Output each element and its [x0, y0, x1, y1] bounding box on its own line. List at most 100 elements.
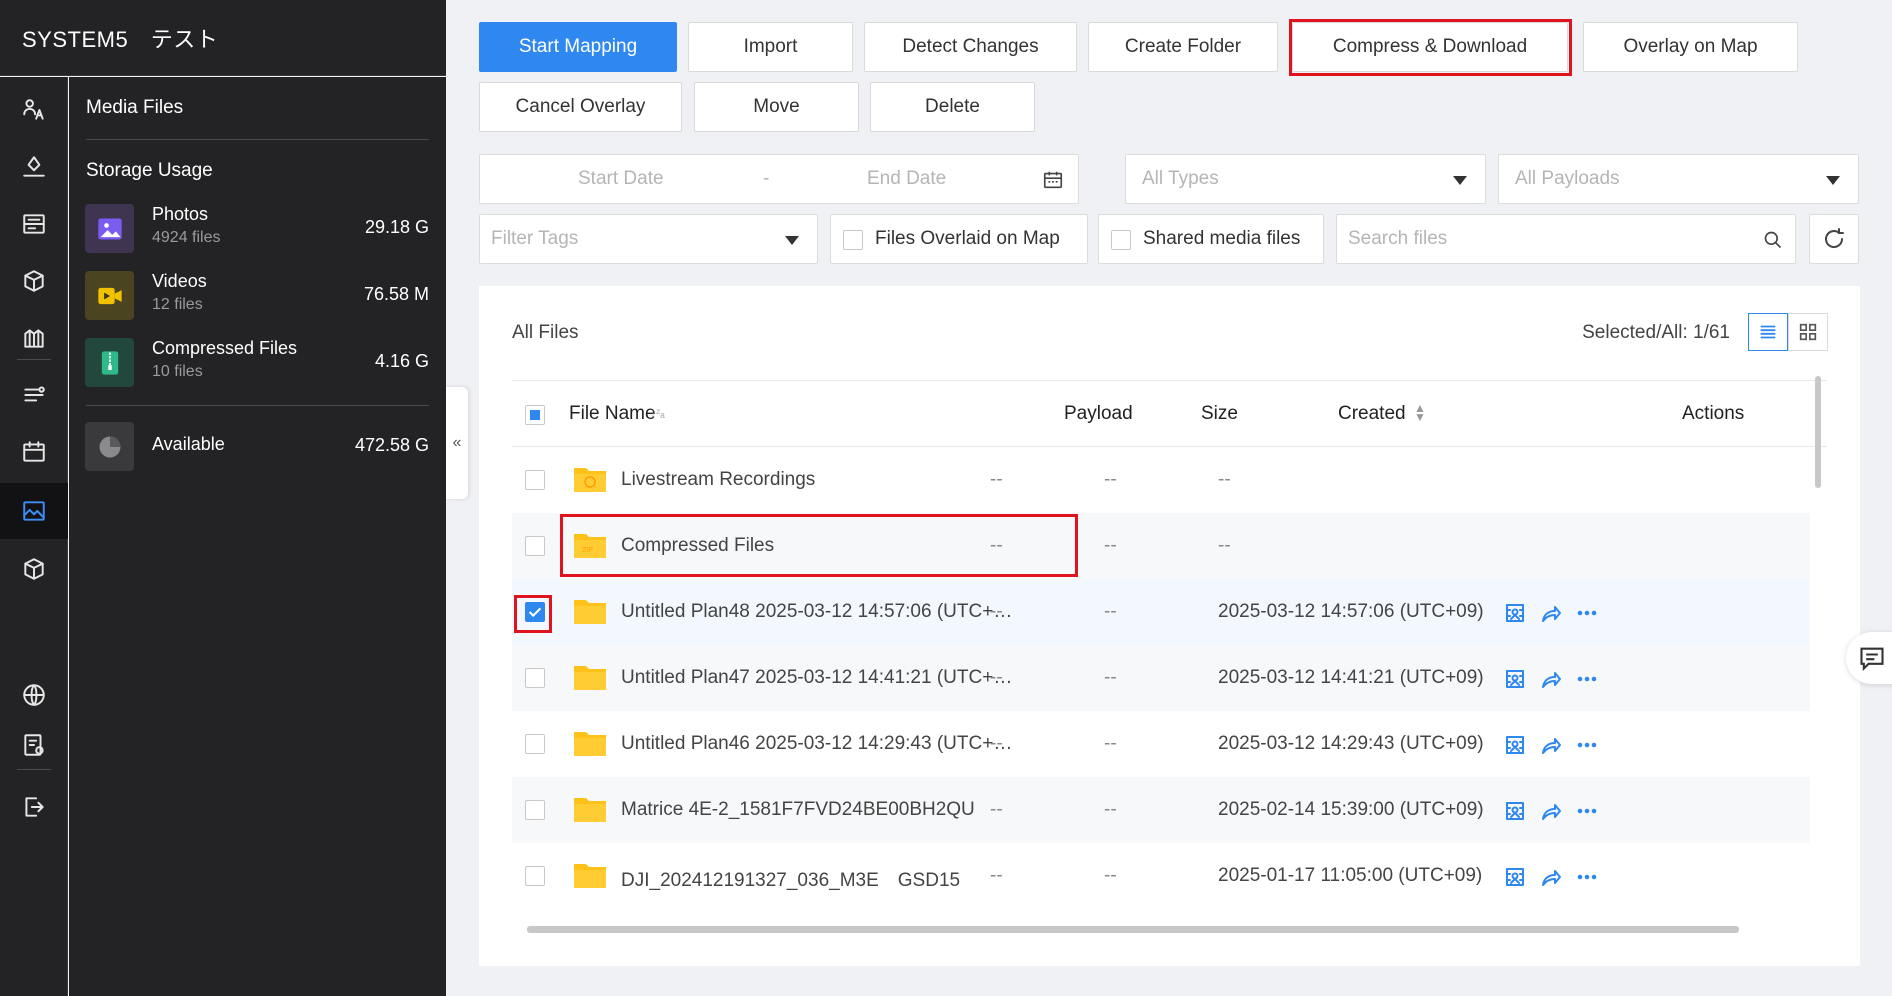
file-name[interactable]: Compressed Files: [621, 535, 774, 557]
overlay-map-icon[interactable]: [1503, 601, 1527, 625]
vertical-scrollbar[interactable]: [1815, 376, 1821, 488]
file-name[interactable]: Livestream Recordings: [621, 469, 815, 491]
table-row[interactable]: ZIP Compressed Files -- -- --: [512, 513, 1810, 579]
import-button[interactable]: Import: [688, 22, 853, 72]
file-name[interactable]: Untitled Plan47 2025-03-12 14:41:21 (UTC…: [621, 667, 1012, 689]
svg-text:ZIP: ZIP: [582, 547, 593, 554]
settings-icon[interactable]: [0, 719, 68, 771]
model-icon[interactable]: [0, 255, 68, 307]
sort-icon[interactable]: ▲ ▼: [1414, 402, 1426, 423]
overlay-map-icon[interactable]: [1503, 799, 1527, 823]
table-row[interactable]: Untitled Plan48 2025-03-12 14:57:06 (UTC…: [512, 579, 1810, 645]
sort-icon[interactable]: ↓ᶻₐ: [650, 406, 665, 420]
more-icon[interactable]: [1575, 601, 1599, 625]
flight-icon[interactable]: [0, 141, 68, 193]
row-checkbox[interactable]: [525, 668, 545, 688]
table-row[interactable]: Livestream Recordings -- -- --: [512, 447, 1810, 513]
zip-icon: [85, 338, 134, 387]
row-checkbox[interactable]: [525, 470, 545, 490]
file-payload: --: [990, 865, 1003, 886]
table-row[interactable]: Untitled Plan46 2025-03-12 14:29:43 (UTC…: [512, 711, 1810, 777]
grid-view-button[interactable]: [1788, 313, 1828, 351]
shared-checkbox[interactable]: [1111, 230, 1131, 250]
tags-select-value: Filter Tags: [491, 228, 579, 249]
more-icon[interactable]: [1575, 733, 1599, 757]
media-icon[interactable]: [0, 483, 68, 539]
overlay-map-icon[interactable]: [1503, 667, 1527, 691]
end-date-placeholder: End Date: [867, 168, 947, 189]
chat-button[interactable]: [1846, 632, 1892, 684]
media-panel: Media Files Storage Usage Photos 4924 fi…: [69, 77, 446, 996]
date-range-picker[interactable]: Start Date - End Date: [479, 154, 1079, 204]
more-icon[interactable]: [1575, 799, 1599, 823]
overlaid-checkbox[interactable]: [843, 230, 863, 250]
team-icon[interactable]: [0, 84, 68, 136]
overlay-map-icon[interactable]: [1503, 865, 1527, 889]
start-date-placeholder: Start Date: [578, 168, 664, 189]
file-created: 2025-03-12 14:29:43 (UTC+09): [1218, 733, 1484, 754]
share-icon[interactable]: [1539, 799, 1563, 823]
delete-button[interactable]: Delete: [870, 82, 1035, 132]
more-icon[interactable]: [1575, 865, 1599, 889]
move-button[interactable]: Move: [694, 82, 859, 132]
type-select[interactable]: All Types: [1125, 154, 1486, 204]
logout-icon[interactable]: [0, 781, 68, 833]
payload-select[interactable]: All Payloads: [1498, 154, 1859, 204]
row-checkbox[interactable]: [525, 800, 545, 820]
create-folder-button[interactable]: Create Folder: [1088, 22, 1278, 72]
folder-icon: [573, 663, 607, 691]
file-size: --: [1104, 667, 1117, 688]
detect-changes-button[interactable]: Detect Changes: [864, 22, 1077, 72]
row-checkbox[interactable]: [525, 734, 545, 754]
shared-filter[interactable]: Shared media files: [1098, 214, 1324, 264]
list-view-button[interactable]: [1748, 313, 1788, 351]
storage-count: 4924 files: [152, 229, 221, 246]
folder-icon: [573, 729, 607, 757]
share-icon[interactable]: [1539, 601, 1563, 625]
overlay-map-icon[interactable]: [1503, 733, 1527, 757]
column-payload: Payload: [1064, 403, 1133, 424]
column-created[interactable]: Created: [1338, 403, 1406, 425]
calendar-icon[interactable]: [0, 426, 68, 478]
type-select-value: All Types: [1142, 168, 1219, 189]
search-input[interactable]: Search files: [1336, 214, 1796, 264]
cancel-overlay-button[interactable]: Cancel Overlay: [479, 82, 682, 132]
file-name[interactable]: Untitled Plan48 2025-03-12 14:57:06 (UTC…: [621, 601, 1012, 623]
horizontal-scrollbar[interactable]: [527, 926, 1739, 933]
file-name[interactable]: Untitled Plan46 2025-03-12 14:29:43 (UTC…: [621, 733, 1012, 755]
more-icon[interactable]: [1575, 667, 1599, 691]
file-size: --: [1104, 865, 1117, 886]
folder-icon: [573, 861, 607, 889]
column-file-name[interactable]: File Name: [569, 403, 656, 425]
overlaid-filter[interactable]: Files Overlaid on Map: [830, 214, 1088, 264]
device-icon[interactable]: [0, 543, 68, 595]
fleet-icon[interactable]: [0, 369, 68, 421]
share-icon[interactable]: [1539, 865, 1563, 889]
mission-icon[interactable]: [0, 198, 68, 250]
file-name[interactable]: DJI_202412191327_036_M3E GSD15: [621, 865, 960, 892]
collapse-panel-button[interactable]: «: [446, 387, 468, 499]
share-icon[interactable]: [1539, 667, 1563, 691]
table-row[interactable]: Untitled Plan47 2025-03-12 14:41:21 (UTC…: [512, 645, 1810, 711]
file-created: 2025-02-14 15:39:00 (UTC+09): [1218, 799, 1484, 820]
chevron-down-icon: [785, 236, 799, 245]
table-row[interactable]: DJI_202412191327_036_M3E GSD15 -- -- 2025-0…: [512, 843, 1810, 909]
file-name[interactable]: Matrice 4E-2_1581F7FVD24BE00BH2QU: [621, 799, 975, 821]
share-icon[interactable]: [1539, 733, 1563, 757]
select-all-checkbox[interactable]: [525, 405, 545, 425]
globe-icon[interactable]: [0, 669, 68, 721]
column-actions: Actions: [1682, 403, 1745, 424]
storage-name: Videos: [152, 271, 207, 291]
row-checkbox[interactable]: [525, 536, 545, 556]
file-size: --: [1104, 535, 1117, 556]
row-checkbox[interactable]: [525, 866, 545, 886]
table-row[interactable]: Matrice 4E-2_1581F7FVD24BE00BH2QU -- -- 202…: [512, 777, 1810, 843]
compress-download-button[interactable]: Compress & Download: [1292, 22, 1568, 72]
row-checkbox[interactable]: [525, 602, 545, 622]
map-layers-icon[interactable]: [0, 312, 68, 364]
tags-select[interactable]: Filter Tags: [479, 214, 818, 264]
start-mapping-button[interactable]: Start Mapping: [479, 22, 677, 72]
overlay-on-map-button[interactable]: Overlay on Map: [1583, 22, 1798, 72]
refresh-button[interactable]: [1809, 214, 1859, 264]
grid-icon: [1799, 323, 1817, 341]
